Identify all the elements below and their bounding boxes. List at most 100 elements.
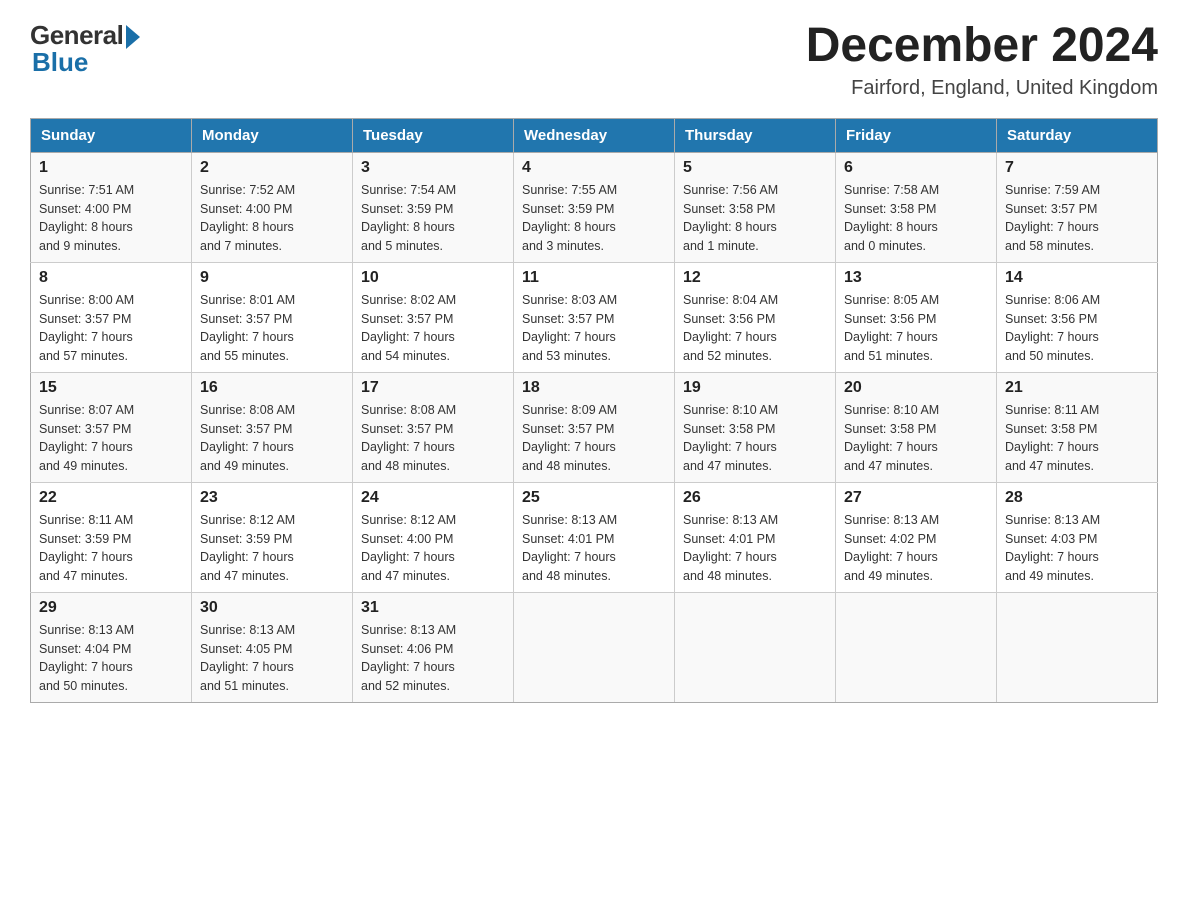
day-info: Sunrise: 7:51 AMSunset: 4:00 PMDaylight:… <box>39 181 183 256</box>
day-number: 16 <box>200 379 344 397</box>
day-info: Sunrise: 8:10 AMSunset: 3:58 PMDaylight:… <box>683 401 827 476</box>
day-number: 23 <box>200 489 344 507</box>
day-info: Sunrise: 8:00 AMSunset: 3:57 PMDaylight:… <box>39 291 183 366</box>
calendar-cell <box>675 592 836 702</box>
day-info: Sunrise: 8:13 AMSunset: 4:06 PMDaylight:… <box>361 621 505 696</box>
day-info: Sunrise: 8:13 AMSunset: 4:02 PMDaylight:… <box>844 511 988 586</box>
calendar-cell: 25 Sunrise: 8:13 AMSunset: 4:01 PMDayligh… <box>514 482 675 592</box>
calendar-cell <box>836 592 997 702</box>
calendar-cell: 21 Sunrise: 8:11 AMSunset: 3:58 PMDayligh… <box>997 372 1158 482</box>
calendar-cell: 8 Sunrise: 8:00 AMSunset: 3:57 PMDaylight… <box>31 262 192 372</box>
calendar-cell: 15 Sunrise: 8:07 AMSunset: 3:57 PMDayligh… <box>31 372 192 482</box>
logo: General Blue <box>30 20 140 78</box>
calendar-cell: 12Sunrise: 8:04 AMSunset: 3:56 PMDayligh… <box>675 262 836 372</box>
header-thursday: Thursday <box>675 118 836 152</box>
day-number: 31 <box>361 599 505 617</box>
day-number: 10 <box>361 269 505 287</box>
day-info: Sunrise: 8:03 AMSunset: 3:57 PMDaylight:… <box>522 291 666 366</box>
logo-blue-text: Blue <box>32 47 88 78</box>
day-number: 3 <box>361 159 505 177</box>
week-row-2: 15 Sunrise: 8:07 AMSunset: 3:57 PMDayligh… <box>31 372 1158 482</box>
calendar-cell: 26Sunrise: 8:13 AMSunset: 4:01 PMDayligh… <box>675 482 836 592</box>
day-info: Sunrise: 8:01 AMSunset: 3:57 PMDaylight:… <box>200 291 344 366</box>
header-saturday: Saturday <box>997 118 1158 152</box>
calendar-cell <box>514 592 675 702</box>
calendar-table: SundayMondayTuesdayWednesdayThursdayFrid… <box>30 118 1158 703</box>
calendar-cell <box>997 592 1158 702</box>
day-number: 1 <box>39 159 183 177</box>
day-number: 8 <box>39 269 183 287</box>
day-info: Sunrise: 7:58 AMSunset: 3:58 PMDaylight:… <box>844 181 988 256</box>
calendar-cell: 5 Sunrise: 7:56 AMSunset: 3:58 PMDaylight… <box>675 152 836 262</box>
calendar-cell: 16 Sunrise: 8:08 AMSunset: 3:57 PMDayligh… <box>192 372 353 482</box>
day-info: Sunrise: 8:10 AMSunset: 3:58 PMDaylight:… <box>844 401 988 476</box>
calendar-cell: 27Sunrise: 8:13 AMSunset: 4:02 PMDayligh… <box>836 482 997 592</box>
day-number: 29 <box>39 599 183 617</box>
calendar-cell: 20 Sunrise: 8:10 AMSunset: 3:58 PMDayligh… <box>836 372 997 482</box>
calendar-cell: 19Sunrise: 8:10 AMSunset: 3:58 PMDayligh… <box>675 372 836 482</box>
logo-arrow-icon <box>126 25 140 49</box>
month-title: December 2024 <box>806 20 1158 73</box>
calendar-cell: 29 Sunrise: 8:13 AMSunset: 4:04 PMDayligh… <box>31 592 192 702</box>
header-row: SundayMondayTuesdayWednesdayThursdayFrid… <box>31 118 1158 152</box>
day-info: Sunrise: 8:07 AMSunset: 3:57 PMDaylight:… <box>39 401 183 476</box>
day-number: 15 <box>39 379 183 397</box>
location-text: Fairford, England, United Kingdom <box>806 77 1158 100</box>
header-friday: Friday <box>836 118 997 152</box>
day-number: 11 <box>522 269 666 287</box>
title-block: December 2024 Fairford, England, United … <box>806 20 1158 100</box>
calendar-cell: 13Sunrise: 8:05 AMSunset: 3:56 PMDayligh… <box>836 262 997 372</box>
day-number: 5 <box>683 159 827 177</box>
day-number: 7 <box>1005 159 1149 177</box>
header-monday: Monday <box>192 118 353 152</box>
calendar-cell: 18 Sunrise: 8:09 AMSunset: 3:57 PMDayligh… <box>514 372 675 482</box>
day-info: Sunrise: 8:13 AMSunset: 4:04 PMDaylight:… <box>39 621 183 696</box>
day-info: Sunrise: 8:13 AMSunset: 4:01 PMDaylight:… <box>522 511 666 586</box>
day-info: Sunrise: 7:56 AMSunset: 3:58 PMDaylight:… <box>683 181 827 256</box>
calendar-cell: 9 Sunrise: 8:01 AMSunset: 3:57 PMDaylight… <box>192 262 353 372</box>
header-tuesday: Tuesday <box>353 118 514 152</box>
header-wednesday: Wednesday <box>514 118 675 152</box>
calendar-cell: 11 Sunrise: 8:03 AMSunset: 3:57 PMDayligh… <box>514 262 675 372</box>
week-row-0: 1 Sunrise: 7:51 AMSunset: 4:00 PMDaylight… <box>31 152 1158 262</box>
day-number: 25 <box>522 489 666 507</box>
calendar-cell: 30Sunrise: 8:13 AMSunset: 4:05 PMDayligh… <box>192 592 353 702</box>
day-number: 13 <box>844 269 988 287</box>
calendar-cell: 14Sunrise: 8:06 AMSunset: 3:56 PMDayligh… <box>997 262 1158 372</box>
day-number: 18 <box>522 379 666 397</box>
calendar-cell: 3 Sunrise: 7:54 AMSunset: 3:59 PMDaylight… <box>353 152 514 262</box>
calendar-cell: 7Sunrise: 7:59 AMSunset: 3:57 PMDaylight… <box>997 152 1158 262</box>
day-number: 9 <box>200 269 344 287</box>
calendar-cell: 10Sunrise: 8:02 AMSunset: 3:57 PMDayligh… <box>353 262 514 372</box>
calendar-header: SundayMondayTuesdayWednesdayThursdayFrid… <box>31 118 1158 152</box>
day-info: Sunrise: 8:13 AMSunset: 4:05 PMDaylight:… <box>200 621 344 696</box>
day-info: Sunrise: 8:09 AMSunset: 3:57 PMDaylight:… <box>522 401 666 476</box>
week-row-4: 29 Sunrise: 8:13 AMSunset: 4:04 PMDayligh… <box>31 592 1158 702</box>
day-number: 12 <box>683 269 827 287</box>
day-info: Sunrise: 8:12 AMSunset: 3:59 PMDaylight:… <box>200 511 344 586</box>
week-row-1: 8 Sunrise: 8:00 AMSunset: 3:57 PMDaylight… <box>31 262 1158 372</box>
week-row-3: 22Sunrise: 8:11 AMSunset: 3:59 PMDayligh… <box>31 482 1158 592</box>
page-header: General Blue December 2024 Fairford, Eng… <box>30 20 1158 100</box>
calendar-cell: 31 Sunrise: 8:13 AMSunset: 4:06 PMDayligh… <box>353 592 514 702</box>
calendar-cell: 23 Sunrise: 8:12 AMSunset: 3:59 PMDayligh… <box>192 482 353 592</box>
day-info: Sunrise: 8:12 AMSunset: 4:00 PMDaylight:… <box>361 511 505 586</box>
day-info: Sunrise: 8:08 AMSunset: 3:57 PMDaylight:… <box>361 401 505 476</box>
day-info: Sunrise: 7:52 AMSunset: 4:00 PMDaylight:… <box>200 181 344 256</box>
day-number: 26 <box>683 489 827 507</box>
calendar-cell: 4Sunrise: 7:55 AMSunset: 3:59 PMDaylight… <box>514 152 675 262</box>
calendar-cell: 17Sunrise: 8:08 AMSunset: 3:57 PMDayligh… <box>353 372 514 482</box>
day-number: 20 <box>844 379 988 397</box>
calendar-cell: 2Sunrise: 7:52 AMSunset: 4:00 PMDaylight… <box>192 152 353 262</box>
day-info: Sunrise: 8:11 AMSunset: 3:58 PMDaylight:… <box>1005 401 1149 476</box>
day-number: 6 <box>844 159 988 177</box>
day-number: 21 <box>1005 379 1149 397</box>
day-info: Sunrise: 8:13 AMSunset: 4:03 PMDaylight:… <box>1005 511 1149 586</box>
calendar-cell: 28Sunrise: 8:13 AMSunset: 4:03 PMDayligh… <box>997 482 1158 592</box>
day-info: Sunrise: 8:06 AMSunset: 3:56 PMDaylight:… <box>1005 291 1149 366</box>
calendar-cell: 1 Sunrise: 7:51 AMSunset: 4:00 PMDaylight… <box>31 152 192 262</box>
day-info: Sunrise: 8:08 AMSunset: 3:57 PMDaylight:… <box>200 401 344 476</box>
day-number: 22 <box>39 489 183 507</box>
day-info: Sunrise: 7:54 AMSunset: 3:59 PMDaylight:… <box>361 181 505 256</box>
day-number: 24 <box>361 489 505 507</box>
